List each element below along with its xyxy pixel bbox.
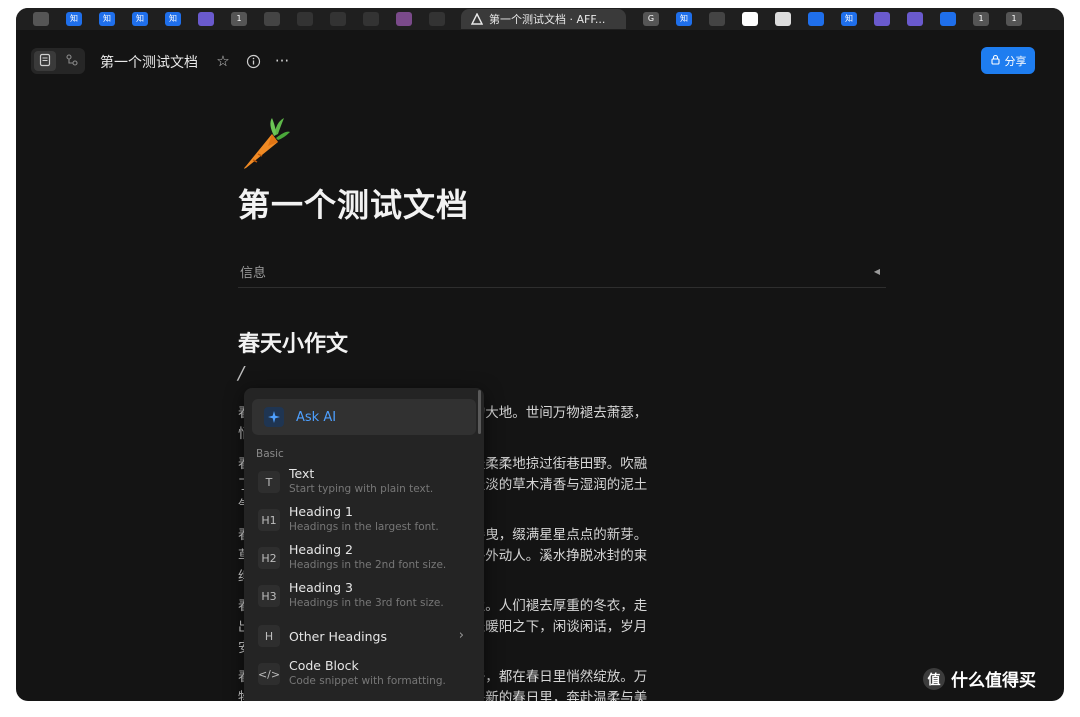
menu-item-heading1[interactable]: H1 Heading 1 Headings in the largest font. [252, 502, 476, 538]
menu-item-description: Headings in the 3rd font size. [289, 597, 444, 609]
favorite-star-icon[interactable]: ☆ [214, 52, 232, 70]
link-tab-icon[interactable] [874, 12, 890, 26]
doc-tab-icon[interactable] [775, 12, 791, 26]
check-tab-icon[interactable] [808, 12, 824, 26]
doc-info-row[interactable]: 信息 ◀ [238, 256, 886, 288]
menu-item-title: Heading 3 [289, 580, 353, 595]
menu-item-title: Heading 1 [289, 504, 353, 519]
edgeless-icon [65, 52, 79, 71]
menu-item-title: Other Headings [289, 629, 387, 644]
github-tab-icon[interactable] [297, 12, 313, 26]
menu-item-code-block[interactable]: </> Code Block Code snippet with formattin… [252, 656, 476, 692]
menu-item-heading2[interactable]: H2 Heading 2 Headings in the 2nd font size… [252, 540, 476, 576]
zhihu-tab-icon[interactable]: 知 [66, 12, 82, 26]
avatar-tab-icon[interactable] [396, 12, 412, 26]
number-tab-icon[interactable]: 1 [231, 12, 247, 26]
share-button[interactable]: 分享 [981, 47, 1035, 74]
slash-command-text[interactable]: / [238, 363, 244, 384]
page-icon [38, 52, 52, 71]
number-tab-icon[interactable]: 1 [973, 12, 989, 26]
menu-item-title: Heading 2 [289, 542, 353, 557]
carrot-emoji-icon[interactable] [238, 116, 290, 172]
heading2-icon: H2 [258, 547, 280, 569]
active-tab-label: 第一个测试文档 · AFF... [489, 13, 606, 26]
header-doc-title[interactable]: 第一个测试文档 [100, 52, 198, 72]
edit-tab-icon[interactable] [940, 12, 956, 26]
menu-item-title: Text [289, 466, 315, 481]
menu-item-heading3[interactable]: H3 Heading 3 Headings in the 3rd font size… [252, 578, 476, 614]
menu-section-basic: Basic [256, 448, 284, 460]
watermark-badge: 值 [923, 667, 945, 690]
web-tab-icon[interactable] [264, 12, 280, 26]
section-heading[interactable]: 春天小作文 [238, 326, 348, 358]
menu-item-quote[interactable]: ❝Quote [252, 694, 476, 701]
affine-tab-icon[interactable] [330, 12, 346, 26]
affine-tab-icon [471, 13, 483, 25]
slash-command-menu: Ask AI Basic T Text Start typing with plai… [244, 388, 484, 701]
menu-item-description: Start typing with plain text. [289, 483, 434, 495]
affine-tab-icon[interactable] [363, 12, 379, 26]
info-icon[interactable] [244, 52, 262, 70]
number-tab-icon[interactable]: 1 [1006, 12, 1022, 26]
g-tab-icon[interactable]: G [643, 12, 659, 26]
menu-item-ask-ai[interactable]: Ask AI [252, 399, 476, 435]
affine-tab-icon[interactable] [429, 12, 445, 26]
menu-item-description: Code snippet with formatting. [289, 675, 446, 687]
other-headings-icon: H [258, 625, 280, 647]
document-title[interactable]: 第一个测试文档 [238, 180, 469, 226]
zhihu-tab-icon[interactable]: 知 [132, 12, 148, 26]
heading1-icon: H1 [258, 509, 280, 531]
play-tab-icon[interactable] [742, 12, 758, 26]
watermark: 值 什么值得买 [923, 666, 1036, 691]
edgeless-mode-button[interactable] [61, 51, 83, 71]
extension-tab-icon[interactable] [907, 12, 923, 26]
image-tab-icon[interactable] [33, 12, 49, 26]
text-icon: T [258, 471, 280, 493]
view-mode-toggle[interactable] [31, 48, 85, 74]
cocktail-tab-icon[interactable] [709, 12, 725, 26]
menu-item-text[interactable]: T Text Start typing with plain text. [252, 464, 476, 500]
zhihu-tab-icon[interactable]: 知 [676, 12, 692, 26]
lock-icon [990, 54, 1001, 68]
zhihu-tab-icon[interactable]: 知 [841, 12, 857, 26]
more-options-icon[interactable]: ··· [273, 52, 291, 70]
zhihu-tab-icon[interactable]: 知 [165, 12, 181, 26]
menu-item-description: Headings in the largest font. [289, 521, 439, 533]
page-mode-button[interactable] [33, 51, 56, 71]
chevron-right-icon: › [458, 628, 464, 643]
share-label: 分享 [1004, 55, 1027, 68]
browser-tab-strip: 知 知 知 知 1 第一个测试文档 · AFF... G 知 知 1 1 [16, 8, 1064, 30]
menu-item-title: Code Block [289, 658, 359, 673]
menu-item-other-headings[interactable]: H Other Headings › [252, 618, 476, 654]
menu-scrollbar[interactable] [478, 390, 481, 434]
app-window: 知 知 知 知 1 第一个测试文档 · AFF... G 知 知 1 1 第一个测试文档 ☆ ·… [16, 8, 1064, 701]
code-block-icon: </> [258, 663, 280, 685]
info-label: 信息 [240, 266, 267, 281]
extension-tab-icon[interactable] [198, 12, 214, 26]
active-tab[interactable]: 第一个测试文档 · AFF... [461, 9, 626, 29]
ask-ai-label: Ask AI [296, 409, 337, 425]
zhihu-tab-icon[interactable]: 知 [99, 12, 115, 26]
heading3-icon: H3 [258, 585, 280, 607]
watermark-text: 什么值得买 [951, 671, 1036, 691]
menu-item-description: Headings in the 2nd font size. [289, 559, 447, 571]
sparkle-icon [264, 407, 284, 427]
collapse-caret-icon[interactable]: ◀ [874, 267, 880, 276]
